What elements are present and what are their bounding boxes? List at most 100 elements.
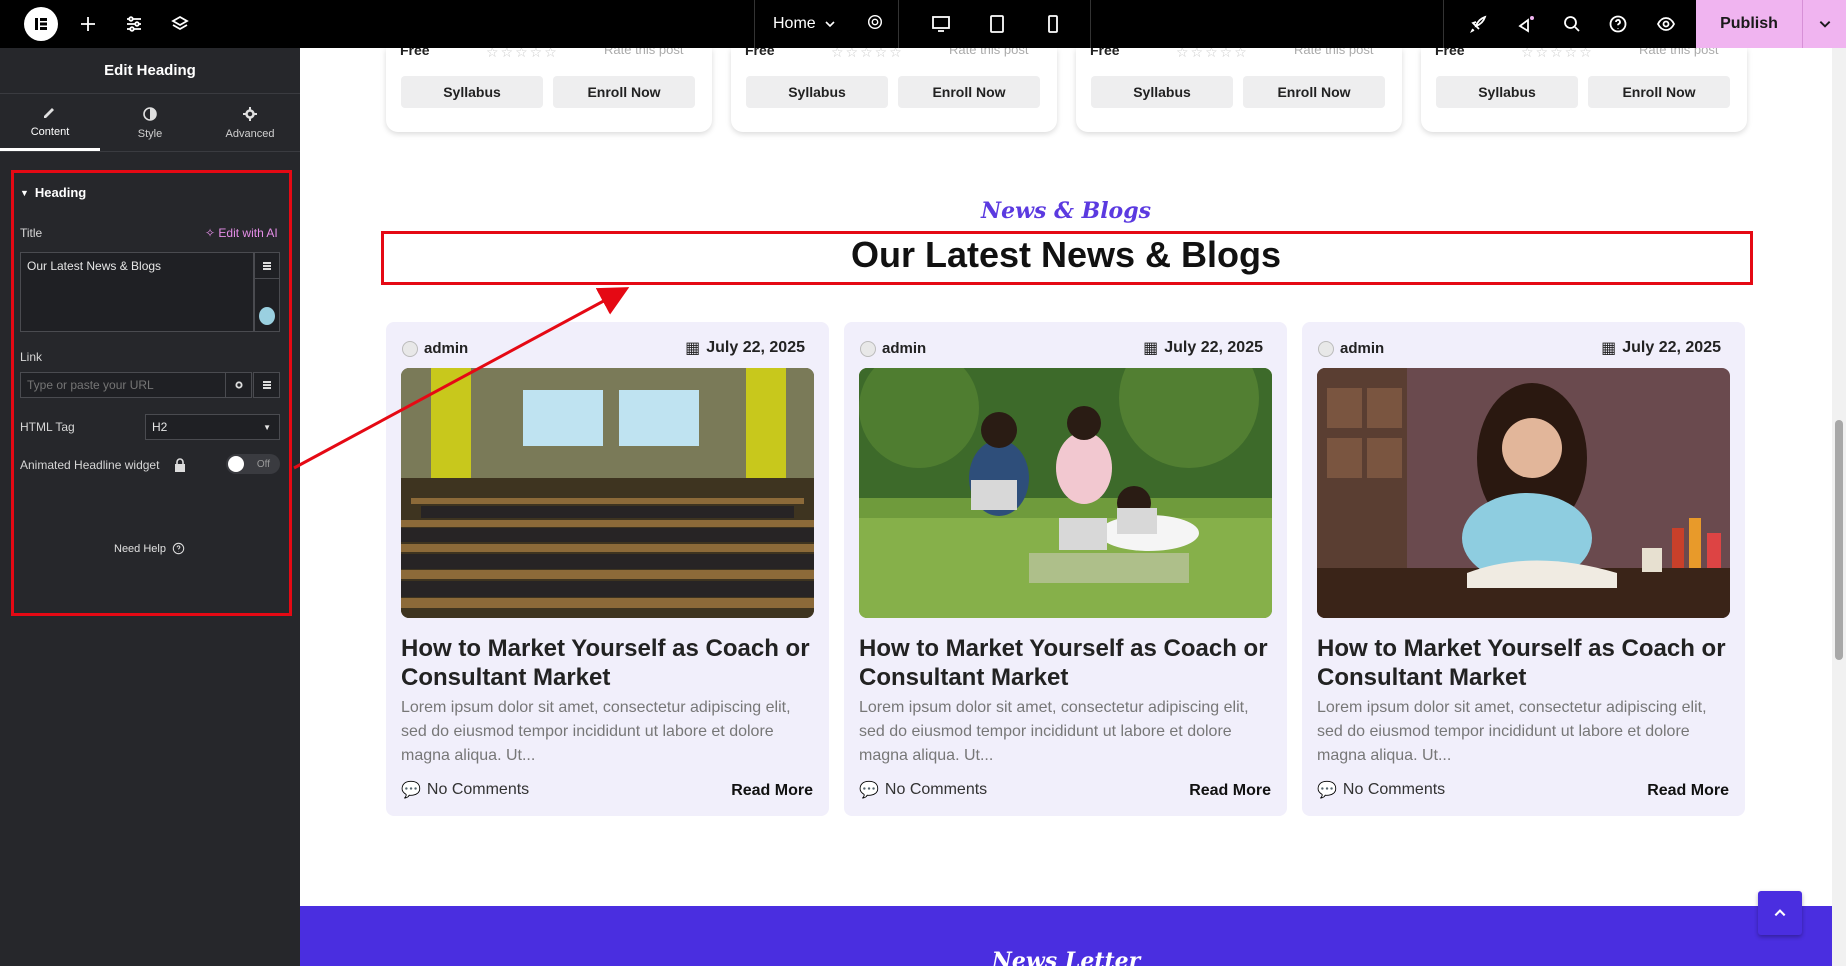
page-settings-icon[interactable]	[866, 13, 884, 36]
tab-style[interactable]: Style	[100, 94, 200, 151]
star-rating-icon[interactable]: ☆☆☆☆☆	[1521, 48, 1594, 61]
device-switcher	[898, 0, 1091, 48]
post-title[interactable]: How to Market Yourself as Coach or Consu…	[401, 634, 814, 692]
comments-icon: 💬	[1317, 782, 1337, 799]
chevron-down-icon	[825, 21, 835, 28]
title-textarea[interactable]: Our Latest News & Blogs	[20, 252, 254, 332]
syllabus-button[interactable]: Syllabus	[746, 76, 888, 108]
post-comments[interactable]: 💬 No Comments	[401, 780, 529, 800]
post-comments[interactable]: 💬 No Comments	[859, 780, 987, 800]
blog-post-card: admin ▦ July 22, 2025 How to Market Yours…	[386, 322, 829, 816]
course-card: Free ☆☆☆☆☆ Rate this post Syllabus Enrol…	[1421, 48, 1747, 132]
publish-button[interactable]: Publish	[1696, 0, 1802, 48]
title-label: Title	[20, 226, 43, 240]
syllabus-button[interactable]: Syllabus	[1436, 76, 1578, 108]
edit-with-ai-button[interactable]: ✧ Edit with AI	[205, 226, 278, 240]
page-scrollbar[interactable]	[1832, 48, 1846, 966]
tab-content-label: Content	[30, 126, 70, 138]
rocket-icon[interactable]	[1466, 12, 1490, 36]
comments-icon: 💬	[859, 782, 879, 799]
rate-text: Rate this post	[604, 48, 684, 57]
enroll-now-button[interactable]: Enroll Now	[898, 76, 1040, 108]
pencil-icon	[44, 108, 54, 118]
toggle-state: Off	[256, 458, 270, 470]
rate-text: Rate this post	[1639, 48, 1719, 57]
star-rating-icon[interactable]: ☆☆☆☆☆	[486, 48, 559, 61]
woman-reading-image[interactable]	[1317, 368, 1730, 618]
star-rating-icon[interactable]: ☆☆☆☆☆	[1176, 48, 1249, 61]
enroll-now-button[interactable]: Enroll Now	[1243, 76, 1385, 108]
page-menu[interactable]: Home	[754, 0, 899, 48]
desktop-icon[interactable]	[929, 12, 953, 36]
course-price: Free	[1435, 48, 1465, 58]
blog-post-card: admin ▦ July 22, 2025 How to Market Yours…	[844, 322, 1287, 816]
enroll-now-button[interactable]: Enroll Now	[553, 76, 695, 108]
course-price: Free	[400, 48, 430, 58]
top-bar: Home Publish	[0, 0, 1846, 48]
link-label: Link	[20, 350, 43, 364]
post-date-text: July 22, 2025	[1622, 339, 1721, 356]
heading-highlight-box	[381, 231, 1753, 285]
post-comments-text: No Comments	[426, 781, 530, 798]
enroll-now-button[interactable]: Enroll Now	[1588, 76, 1730, 108]
syllabus-button[interactable]: Syllabus	[1091, 76, 1233, 108]
html-tag-select[interactable]: H2 ▼	[145, 414, 280, 440]
post-title[interactable]: How to Market Yourself as Coach or Consu…	[1317, 634, 1730, 692]
page-menu-label: Home	[773, 15, 816, 32]
course-price: Free	[745, 48, 775, 58]
read-more-link[interactable]: Read More	[1189, 782, 1271, 800]
search-icon[interactable]	[1560, 12, 1584, 36]
gear-icon	[243, 106, 257, 121]
need-help-link[interactable]: Need Help	[114, 542, 185, 555]
star-rating-icon[interactable]: ☆☆☆☆☆	[831, 48, 904, 61]
course-card: Free ☆☆☆☆☆ Rate this post Syllabus Enrol…	[1076, 48, 1402, 132]
calendar-icon: ▦	[1143, 340, 1159, 357]
post-date-text: July 22, 2025	[1164, 339, 1263, 356]
lecture-hall-image[interactable]	[401, 368, 814, 618]
publish-options-chevron-icon[interactable]	[1802, 0, 1846, 48]
course-price: Free	[1090, 48, 1120, 58]
course-card: Free ☆☆☆☆☆ Rate this post Syllabus Enrol…	[731, 48, 1057, 132]
database-icon[interactable]	[255, 253, 279, 279]
post-author[interactable]: admin	[1318, 340, 1384, 357]
edit-with-ai-label: Edit with AI	[218, 226, 278, 240]
announcements-icon[interactable]	[1514, 12, 1538, 36]
post-excerpt: Lorem ipsum dolor sit amet, consectetur …	[1317, 699, 1707, 764]
scroll-to-top-button[interactable]	[1758, 891, 1802, 935]
read-more-link[interactable]: Read More	[731, 782, 813, 800]
add-icon[interactable]	[76, 12, 100, 36]
link-dynamic-database-icon[interactable]	[253, 372, 280, 398]
post-author[interactable]: admin	[402, 340, 468, 357]
post-author-name: admin	[424, 340, 469, 357]
scrollbar-thumb[interactable]	[1835, 420, 1843, 660]
animated-headline-toggle[interactable]: Off	[226, 454, 280, 474]
post-comments[interactable]: 💬 No Comments	[1317, 780, 1445, 800]
read-more-link[interactable]: Read More	[1647, 782, 1729, 800]
link-input[interactable]	[20, 372, 226, 398]
students-on-grass-image[interactable]	[859, 368, 1272, 618]
heading-section-label: Heading	[34, 185, 87, 200]
preview-eye-icon[interactable]	[1654, 12, 1678, 36]
syllabus-button[interactable]: Syllabus	[401, 76, 543, 108]
settings-sliders-icon[interactable]	[122, 12, 146, 36]
course-card: Free ☆☆☆☆☆ Rate this post Syllabus Enrol…	[386, 48, 712, 132]
chevron-up-icon	[1774, 909, 1786, 917]
tablet-icon[interactable]	[985, 12, 1009, 36]
elementor-logo-icon[interactable]	[24, 7, 58, 41]
post-comments-text: No Comments	[884, 781, 988, 798]
post-date: ▦ July 22, 2025	[1601, 338, 1721, 358]
layers-icon[interactable]	[168, 12, 192, 36]
ai-assistant-icon[interactable]	[259, 307, 275, 325]
link-options-gear-icon[interactable]	[225, 372, 252, 398]
post-author[interactable]: admin	[860, 340, 926, 357]
tab-advanced[interactable]: Advanced	[200, 94, 300, 151]
help-icon[interactable]	[1606, 12, 1630, 36]
mobile-icon[interactable]	[1041, 12, 1065, 36]
calendar-icon: ▦	[1601, 340, 1617, 357]
heading-section-toggle[interactable]: ▼ Heading	[20, 185, 86, 200]
post-title[interactable]: How to Market Yourself as Coach or Consu…	[859, 634, 1272, 692]
tab-content[interactable]: Content	[0, 94, 100, 151]
newsletter-label: News Letter	[991, 948, 1141, 966]
sparkle-icon: ✧	[205, 226, 216, 240]
post-comments-text: No Comments	[1342, 781, 1446, 798]
